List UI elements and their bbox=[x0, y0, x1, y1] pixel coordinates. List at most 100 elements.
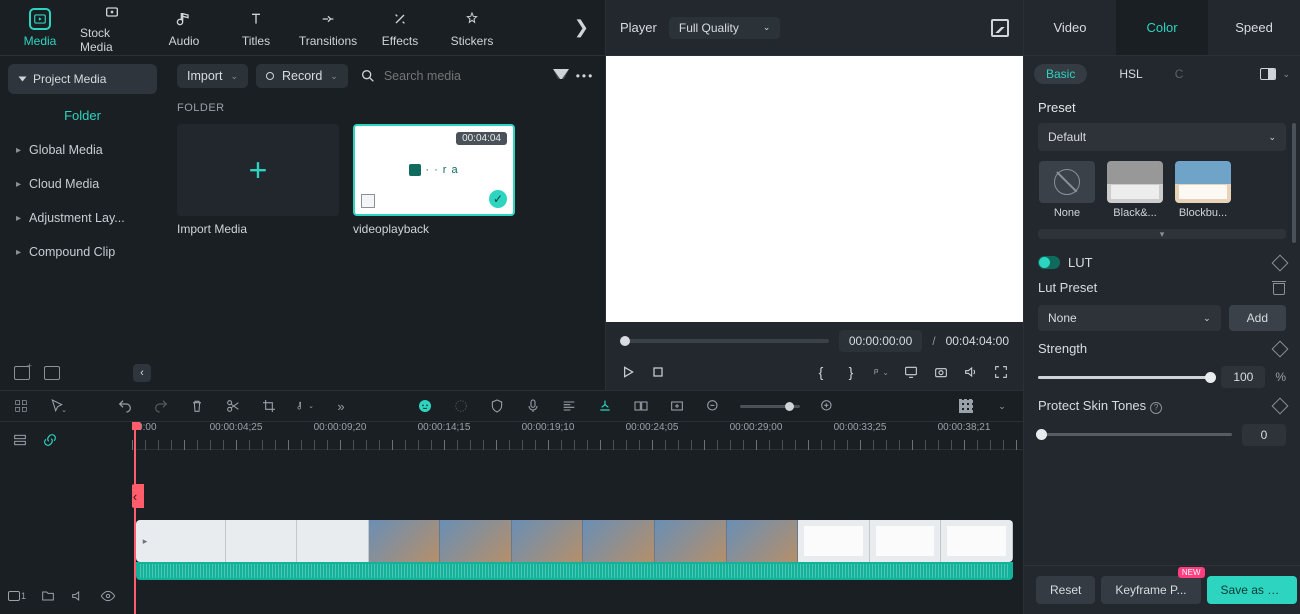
sidebar-cloud-media[interactable]: Cloud Media bbox=[8, 167, 157, 201]
subtab-hsl[interactable]: HSL bbox=[1119, 67, 1142, 81]
stop-icon[interactable] bbox=[650, 364, 666, 380]
import-button[interactable]: Import⌄ bbox=[177, 64, 248, 88]
sidebar-global-media[interactable]: Global Media bbox=[8, 133, 157, 167]
mark-in-icon[interactable]: { bbox=[813, 364, 829, 380]
sidebar-adjustment-layer[interactable]: Adjustment Lay... bbox=[8, 201, 157, 235]
delete-icon[interactable] bbox=[188, 397, 206, 415]
record-button[interactable]: Record⌄ bbox=[256, 64, 348, 88]
playhead-grip-icon[interactable] bbox=[132, 484, 144, 508]
shield-icon[interactable] bbox=[488, 397, 506, 415]
compare-toggle[interactable]: ⌄ bbox=[1260, 68, 1290, 80]
more-tools-icon[interactable]: » bbox=[332, 397, 350, 415]
snapshot-icon[interactable] bbox=[991, 19, 1009, 37]
timeline-layers-icon[interactable] bbox=[12, 432, 28, 448]
video-track-badge[interactable]: 1 bbox=[8, 591, 26, 601]
preset-blockbuster[interactable]: Blockbu... bbox=[1174, 161, 1232, 219]
collapse-sidebar-icon[interactable]: ‹ bbox=[133, 364, 151, 382]
lut-add-button[interactable]: Add bbox=[1229, 305, 1286, 331]
link-icon[interactable] bbox=[42, 432, 58, 448]
mic-icon[interactable] bbox=[524, 397, 542, 415]
play-icon[interactable] bbox=[620, 364, 636, 380]
clip-handle-left[interactable] bbox=[136, 520, 154, 562]
reset-button[interactable]: Reset bbox=[1036, 576, 1095, 604]
more-icon[interactable]: ••• bbox=[577, 68, 593, 84]
keyframe-panel-button[interactable]: Keyframe P... NEW bbox=[1101, 576, 1200, 604]
nav-titles[interactable]: Titles bbox=[224, 2, 288, 54]
nav-more-icon[interactable]: ❯ bbox=[574, 17, 589, 38]
music-note-icon[interactable]: ⌄ bbox=[296, 397, 314, 415]
nav-media[interactable]: Media bbox=[8, 2, 72, 54]
keyframe-icon[interactable] bbox=[1272, 340, 1289, 357]
search-input[interactable] bbox=[384, 69, 524, 83]
filter-icon[interactable] bbox=[553, 68, 569, 84]
save-custom-button[interactable]: Save as cus... bbox=[1207, 576, 1297, 604]
media-item-videoplayback[interactable]: 00:04:04 · · r a ✓ videoplayback bbox=[353, 124, 515, 236]
folder-icon[interactable] bbox=[40, 588, 56, 604]
nav-stickers[interactable]: Stickers bbox=[440, 2, 504, 54]
nav-effects[interactable]: Effects bbox=[368, 2, 432, 54]
sidebar-compound-clip[interactable]: Compound Clip bbox=[8, 235, 157, 269]
skin-value[interactable]: 0 bbox=[1242, 424, 1286, 446]
video-clip[interactable] bbox=[136, 520, 1013, 562]
subtab-curves[interactable]: C bbox=[1175, 67, 1184, 81]
subtab-basic[interactable]: Basic bbox=[1034, 64, 1087, 84]
zoom-out-icon[interactable] bbox=[704, 397, 722, 415]
nav-stock-media[interactable]: Stock Media bbox=[80, 2, 144, 54]
text-align-icon[interactable] bbox=[560, 397, 578, 415]
timeline-tracks[interactable]: 00:00 00:00:04;25 00:00:09;20 00:00:14;1… bbox=[132, 422, 1023, 614]
preview-canvas[interactable] bbox=[606, 56, 1023, 322]
quality-select[interactable]: Full Quality ⌄ bbox=[669, 17, 781, 39]
cursor-icon[interactable]: ⌄ bbox=[48, 397, 66, 415]
tab-video[interactable]: Video bbox=[1024, 0, 1116, 55]
zoom-slider[interactable] bbox=[740, 405, 800, 408]
bin-icon[interactable] bbox=[44, 366, 60, 380]
tab-color[interactable]: Color bbox=[1116, 0, 1208, 55]
layout-grid-icon[interactable] bbox=[12, 397, 30, 415]
display-icon[interactable] bbox=[903, 364, 919, 380]
sidebar-folder-tab[interactable]: Folder bbox=[8, 108, 157, 123]
import-media-tile[interactable]: + Import Media bbox=[177, 124, 339, 236]
crop-icon[interactable] bbox=[260, 397, 278, 415]
magnet-snap-icon[interactable] bbox=[596, 397, 614, 415]
preset-select[interactable]: Default ⌄ bbox=[1038, 123, 1286, 151]
zoom-in-icon[interactable] bbox=[818, 397, 836, 415]
new-folder-icon[interactable] bbox=[14, 366, 30, 380]
undo-icon[interactable] bbox=[116, 397, 134, 415]
cut-icon[interactable] bbox=[224, 397, 242, 415]
lut-toggle[interactable] bbox=[1038, 256, 1060, 269]
color-wheel-icon[interactable] bbox=[452, 397, 470, 415]
keyframe-icon[interactable] bbox=[1272, 254, 1289, 271]
volume-icon[interactable] bbox=[963, 364, 979, 380]
marker-flag-icon[interactable]: ⌄ bbox=[873, 364, 889, 380]
strength-slider[interactable] bbox=[1038, 376, 1211, 379]
help-icon[interactable]: ? bbox=[1150, 402, 1162, 414]
trash-icon[interactable] bbox=[1272, 281, 1286, 295]
scrub-slider[interactable] bbox=[620, 339, 829, 343]
lut-select[interactable]: None ⌄ bbox=[1038, 305, 1221, 331]
preset-expand[interactable]: ▾ bbox=[1038, 229, 1286, 239]
fullscreen-icon[interactable] bbox=[993, 364, 1009, 380]
keyframe-icon[interactable] bbox=[1272, 397, 1289, 414]
playhead[interactable] bbox=[134, 422, 136, 614]
nav-audio[interactable]: Audio bbox=[152, 2, 216, 54]
track-view-icon[interactable] bbox=[957, 397, 975, 415]
current-timecode[interactable]: 00:00:00:00 bbox=[839, 330, 922, 352]
nav-transitions[interactable]: Transitions bbox=[296, 2, 360, 54]
mark-out-icon[interactable]: } bbox=[843, 364, 859, 380]
audio-clip[interactable] bbox=[136, 562, 1013, 580]
dual-view-icon[interactable] bbox=[632, 397, 650, 415]
strength-value[interactable]: 100 bbox=[1221, 366, 1265, 388]
ai-tools-icon[interactable] bbox=[416, 397, 434, 415]
eye-icon[interactable] bbox=[100, 588, 116, 604]
project-media-toggle[interactable]: Project Media bbox=[8, 64, 157, 94]
preset-none[interactable]: None bbox=[1038, 161, 1096, 219]
redo-icon[interactable] bbox=[152, 397, 170, 415]
tab-speed[interactable]: Speed bbox=[1208, 0, 1300, 55]
speaker-icon[interactable] bbox=[70, 588, 86, 604]
add-track-icon[interactable] bbox=[668, 397, 686, 415]
search-icon[interactable] bbox=[360, 68, 376, 84]
preset-black-white[interactable]: Black&... bbox=[1106, 161, 1164, 219]
camera-icon[interactable] bbox=[933, 364, 949, 380]
skin-slider[interactable] bbox=[1038, 433, 1232, 436]
time-ruler[interactable]: 00:00 00:00:04;25 00:00:09;20 00:00:14;1… bbox=[132, 422, 1023, 450]
